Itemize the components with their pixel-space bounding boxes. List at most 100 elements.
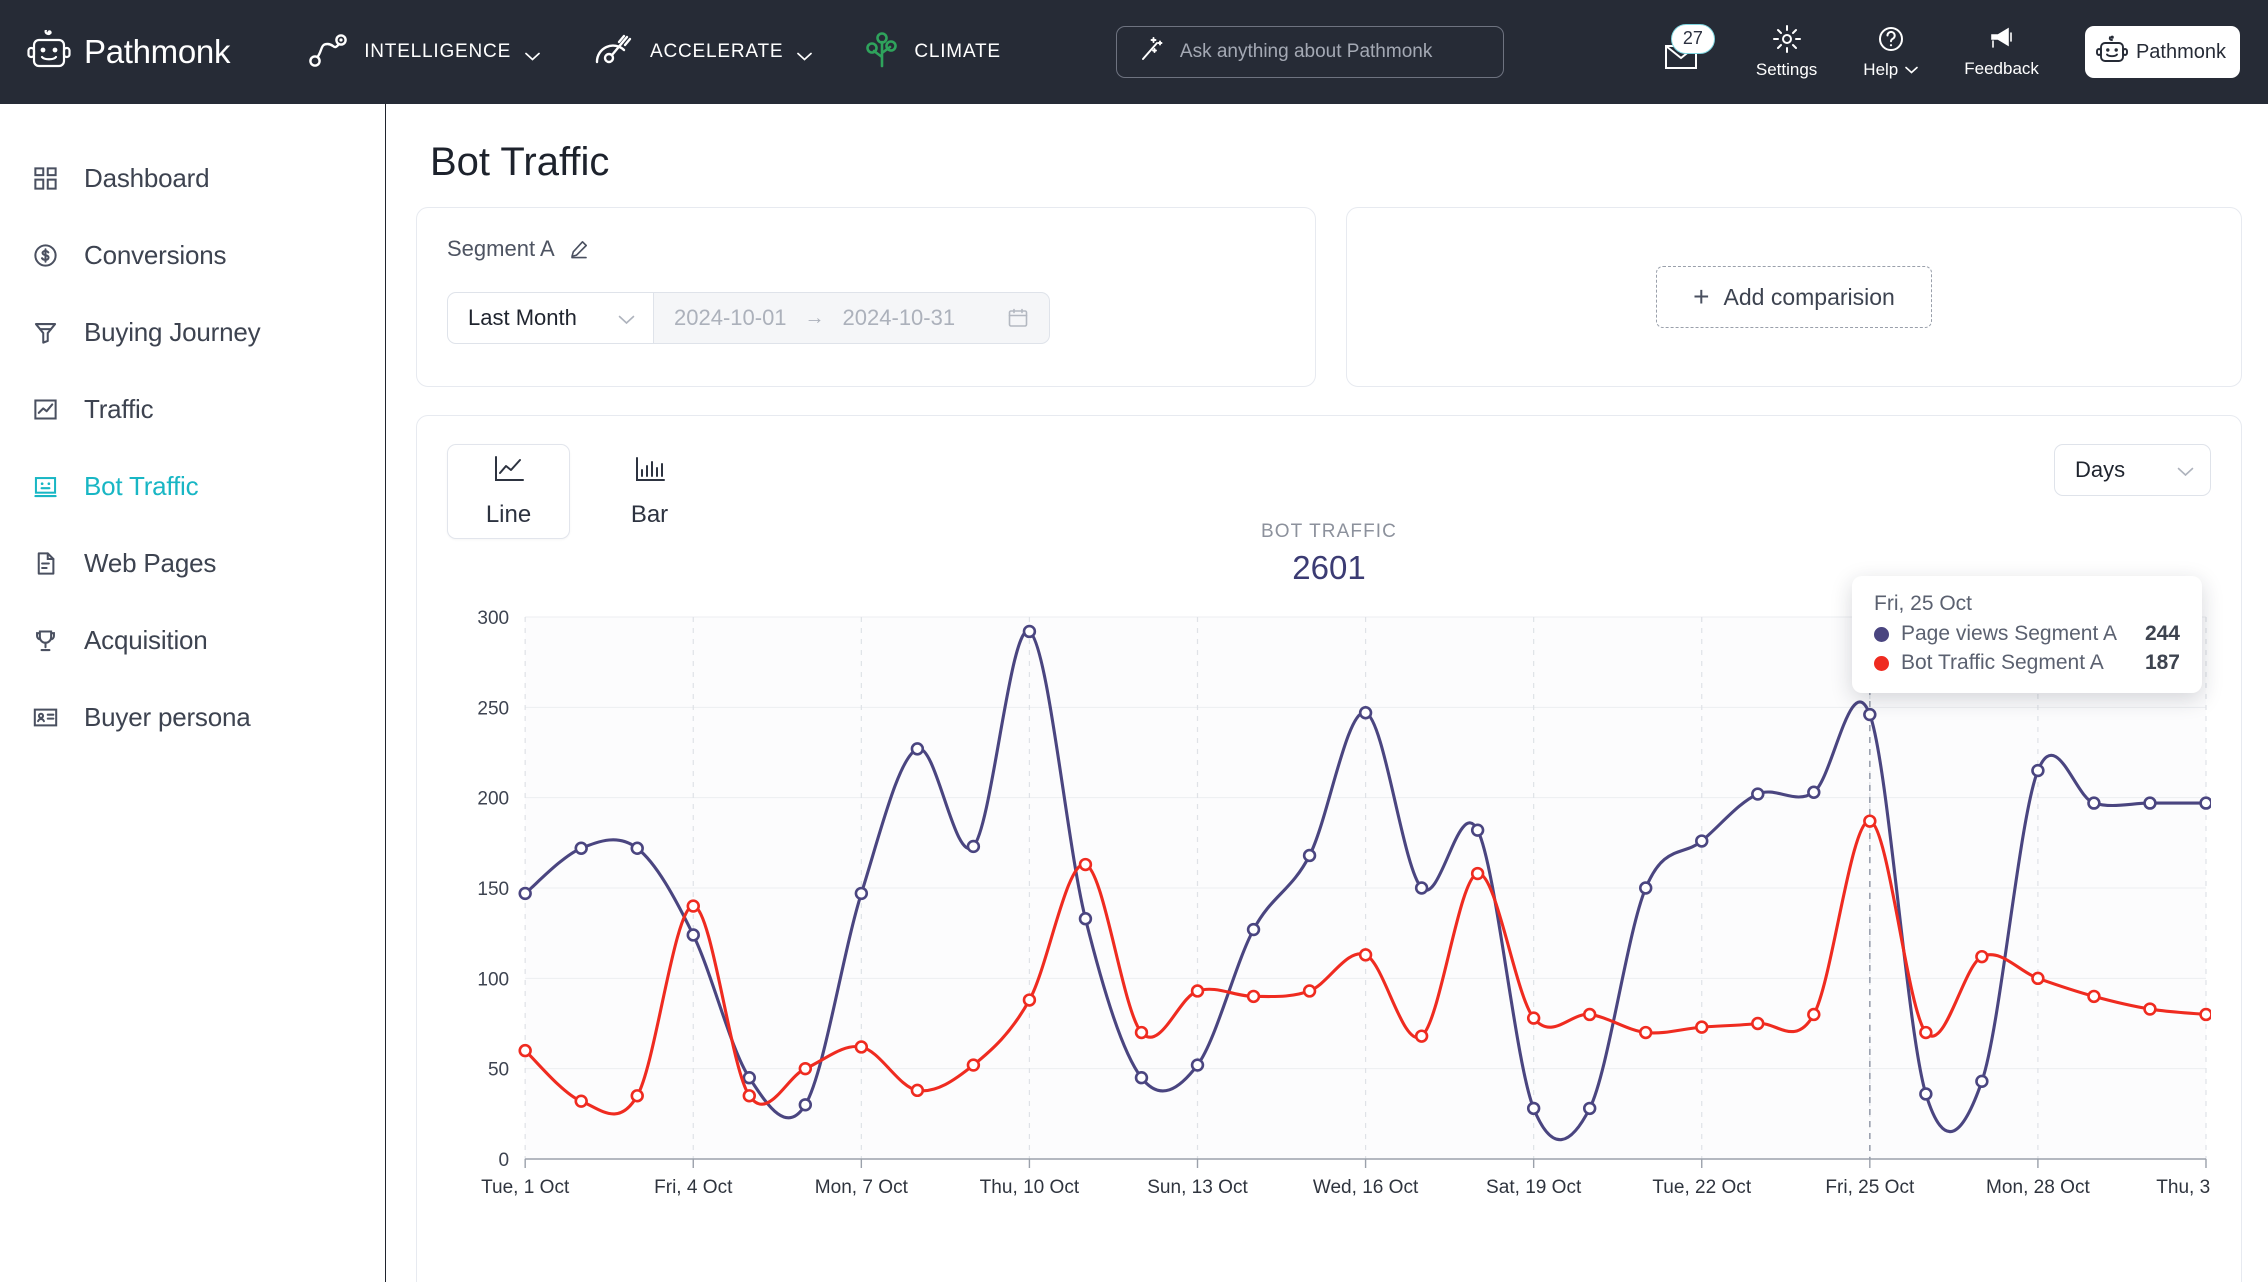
ask-input[interactable]: Ask anything about Pathmonk [1116,26,1504,78]
granularity-value: Days [2075,457,2125,483]
sidebar-item-conversions[interactable]: Conversions [0,217,385,294]
primary-nav: INTELLIGENCE ACCELERATE [308,31,1001,74]
question-circle-icon [1876,24,1906,59]
chart-type-group: Line Bar [447,444,711,539]
calendar-icon [1007,307,1029,329]
chevron-down-icon [797,48,812,57]
nav-label: INTELLIGENCE [364,41,511,63]
chart-tooltip: Fri, 25 Oct Page views Segment A 244 Bot… [1852,576,2202,693]
chart-type-bar-button[interactable]: Bar [588,444,711,539]
range-preset-select[interactable]: Last Month [447,292,654,344]
svg-text:100: 100 [477,969,509,990]
sidebar: Dashboard Conversions Buying Journey [0,104,386,1282]
robot-avatar-icon [2095,35,2129,70]
help-button[interactable]: Help [1863,24,1918,80]
plant-leaves-icon [864,31,900,74]
settings-button[interactable]: Settings [1756,24,1817,80]
plus-icon: + [1693,283,1709,311]
megaphone-icon [1986,25,2018,58]
help-label-row: Help [1863,60,1918,80]
sidebar-item-label: Conversions [84,240,226,271]
series-color-dot [1874,627,1889,642]
granularity-select[interactable]: Days [2054,444,2211,496]
date-end: 2024-10-31 [843,305,956,331]
nav-item-accelerate[interactable]: ACCELERATE [592,32,812,73]
magic-wand-icon [1139,36,1166,68]
sidebar-item-buying-journey[interactable]: Buying Journey [0,294,385,371]
help-label: Help [1863,60,1898,80]
sidebar-item-web-pages[interactable]: Web Pages [0,525,385,602]
trophy-icon [31,626,60,655]
bot-face-icon [31,472,60,501]
chart-type-label: Line [486,501,531,529]
svg-text:300: 300 [477,608,509,629]
tooltip-series-name: Page views Segment A [1901,622,2117,646]
svg-text:Tue, 22 Oct: Tue, 22 Oct [1652,1177,1751,1198]
feedback-button[interactable]: Feedback [1964,25,2039,79]
sidebar-item-acquisition[interactable]: Acquisition [0,602,385,679]
segment-name: Segment A [447,236,555,262]
svg-text:Fri, 4 Oct: Fri, 4 Oct [654,1177,733,1198]
page-title: Bot Traffic [430,140,2242,185]
plot-area: 050100150200250300Tue, 1 OctFri, 4 OctMo… [447,603,2211,1203]
sidebar-item-label: Web Pages [84,548,216,579]
segment-card: Segment A Last Month [416,207,1316,387]
feedback-label: Feedback [1964,59,2039,79]
date-range-row: Last Month 2024-10-01 → 2024-10-31 [447,292,1050,344]
chart-type-line-button[interactable]: Line [447,444,570,539]
robot-logo-icon [26,30,72,74]
pencil-icon[interactable] [569,239,589,259]
line-chart-svg[interactable]: 050100150200250300Tue, 1 OctFri, 4 OctMo… [447,603,2211,1203]
dollar-circle-icon [31,241,60,270]
range-preset-value: Last Month [468,305,577,331]
add-comparison-button[interactable]: + Add comparision [1656,266,1932,328]
chevron-down-icon [2177,457,2194,483]
top-bar: Pathmonk INTELLIGENCE [0,0,2268,104]
speedometer-icon [592,32,636,73]
svg-text:Thu, 10 Oct: Thu, 10 Oct [980,1177,1080,1198]
grid-squares-icon [31,164,60,193]
chart-panel: Line Bar Days [416,415,2242,1282]
svg-text:Mon, 7 Oct: Mon, 7 Oct [815,1177,909,1198]
chevron-down-icon [618,305,635,331]
body: Dashboard Conversions Buying Journey [0,104,2268,1282]
date-range-input[interactable]: 2024-10-01 → 2024-10-31 [654,292,1050,344]
date-start: 2024-10-01 [674,305,787,331]
brand[interactable]: Pathmonk [26,30,230,74]
sidebar-item-label: Acquisition [84,625,208,656]
sidebar-item-dashboard[interactable]: Dashboard [0,140,385,217]
sidebar-item-label: Buyer persona [84,702,251,733]
account-chip[interactable]: Pathmonk [2085,26,2240,78]
comparison-card: + Add comparision [1346,207,2242,387]
svg-text:150: 150 [477,879,509,900]
svg-text:0: 0 [499,1150,510,1171]
sidebar-item-label: Buying Journey [84,317,260,348]
bar-chart-icon [633,454,667,491]
tooltip-date: Fri, 25 Oct [1874,592,2180,616]
topbar-tools: 27 Settings Help [1658,24,2240,80]
sidebar-item-bot-traffic[interactable]: Bot Traffic [0,448,385,525]
nav-item-climate[interactable]: CLIMATE [864,31,1001,74]
svg-text:250: 250 [477,698,509,719]
sidebar-item-label: Traffic [84,394,153,425]
brand-name: Pathmonk [84,33,230,71]
chevron-down-icon [525,48,540,57]
kpi-label: BOT TRAFFIC [447,521,2211,543]
line-chart-icon [31,395,60,424]
svg-text:200: 200 [477,789,509,810]
settings-label: Settings [1756,60,1817,80]
nav-item-intelligence[interactable]: INTELLIGENCE [308,32,540,73]
id-card-icon [31,703,60,732]
svg-text:Tue, 1 Oct: Tue, 1 Oct [481,1177,570,1198]
tooltip-series-value: 187 [2145,651,2180,675]
ask-placeholder: Ask anything about Pathmonk [1180,41,1432,63]
mail-button[interactable]: 27 [1658,26,1710,79]
tooltip-row: Page views Segment A 244 [1874,622,2180,646]
path-curve-icon [308,32,350,73]
tooltip-row: Bot Traffic Segment A 187 [1874,651,2180,675]
svg-text:Wed, 16 Oct: Wed, 16 Oct [1313,1177,1419,1198]
svg-text:Mon, 28 Oct: Mon, 28 Oct [1986,1177,2090,1198]
sidebar-item-buyer-persona[interactable]: Buyer persona [0,679,385,756]
sidebar-item-traffic[interactable]: Traffic [0,371,385,448]
series-color-dot [1874,656,1889,671]
